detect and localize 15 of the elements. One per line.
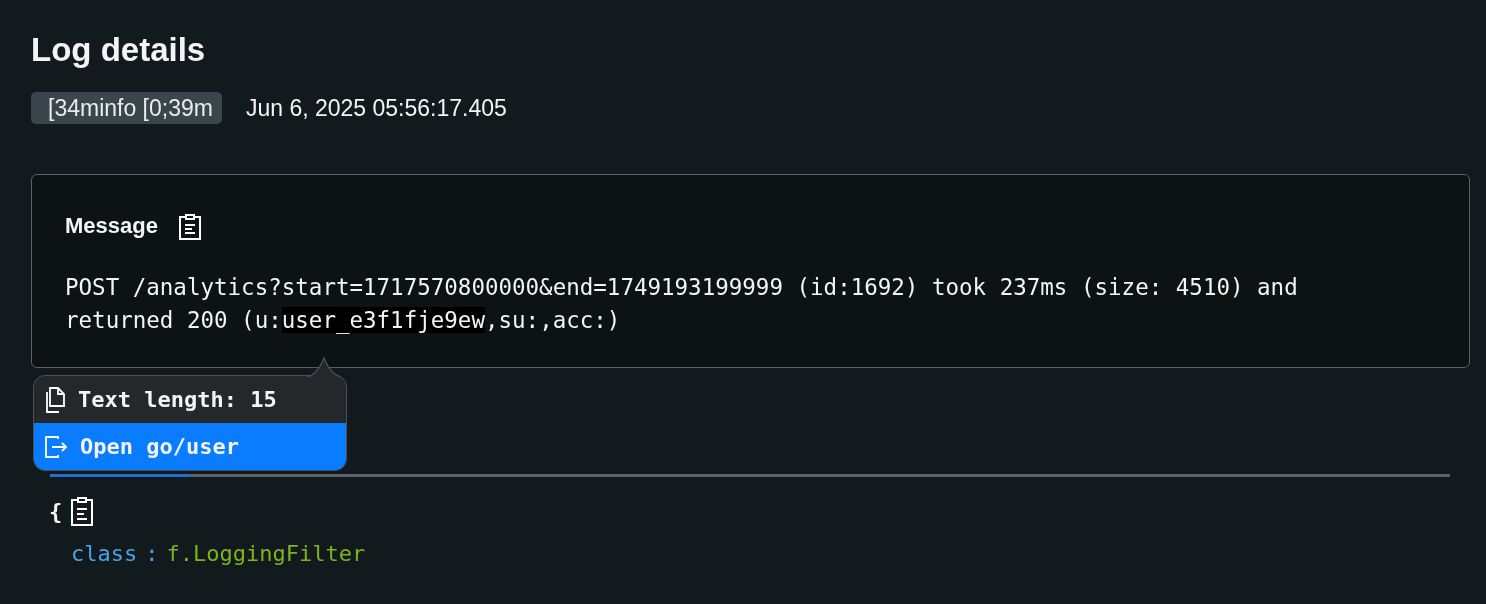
json-key: class [71,541,138,566]
page-title: Log details [31,30,207,70]
level-badge: [34minfo [0;39m [31,92,222,124]
popup-item[interactable]: Text length: 15 [34,376,346,423]
clipboard-icon[interactable] [177,211,202,241]
timestamp: Jun 6, 2025 05:56:17.405 [245,94,507,122]
json-separator: : [145,541,159,566]
message-heading: Message [65,213,158,239]
json-brace: { [49,498,63,524]
json-value: f.LoggingFilter [166,541,366,566]
clipboard-icon[interactable] [70,495,95,527]
copy-icon [44,386,66,413]
popup-item[interactable]: Open go/user [34,423,346,470]
open-icon [44,434,68,459]
message-text: POST /analytics?start=1717570800000&end=1749193199999 (id:1692) took 237ms (size: 4510) and returned 200 (u:user_e3f1fje9ew,su:,acc:) [65,273,1299,336]
